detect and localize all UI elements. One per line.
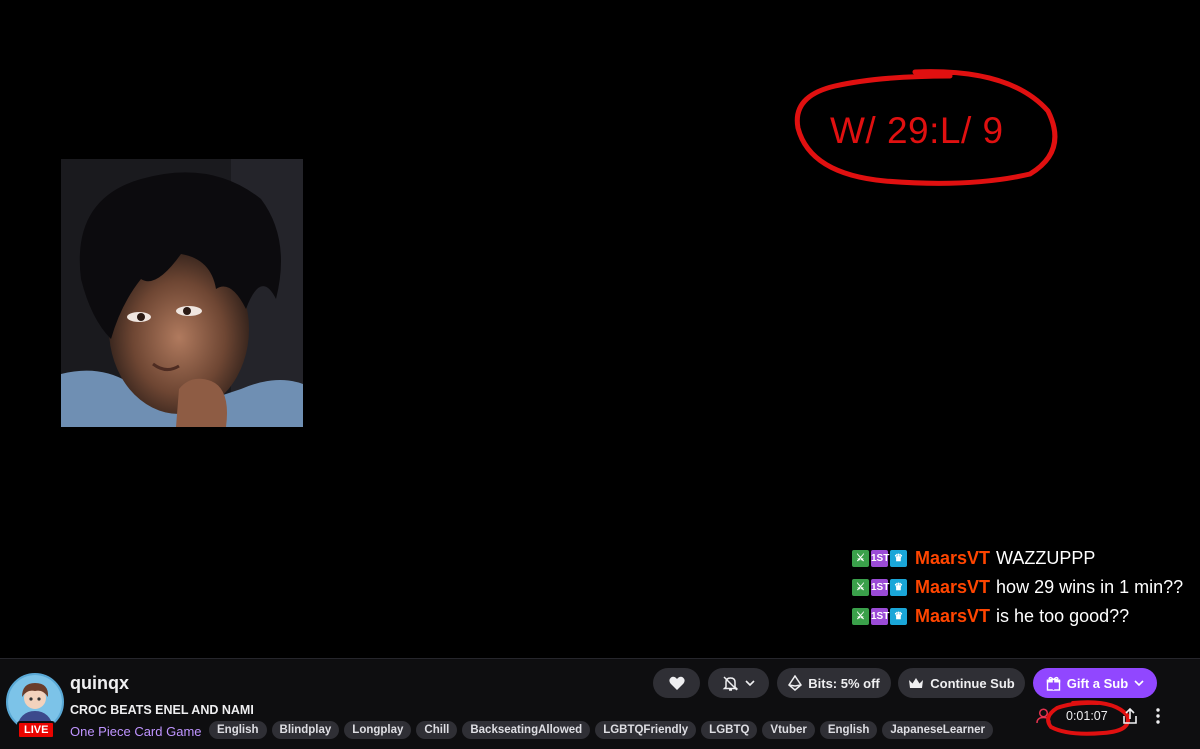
webcam-feed bbox=[61, 159, 303, 427]
score-overlay: W/ 29:L/ 9 bbox=[790, 66, 1065, 188]
chat-text: how 29 wins in 1 min?? bbox=[996, 577, 1184, 597]
chat-message: ⚔ 1ST ♛ MaarsVT how 29 wins in 1 min?? bbox=[852, 575, 1192, 600]
chat-username: MaarsVT bbox=[915, 577, 991, 597]
bits-label: Bits: 5% off bbox=[808, 675, 880, 691]
video-player[interactable]: W/ 29:L/ 9 ⚔ 1ST ♛ MaarsVT WAZZUPPP ⚔ 1ST ♛ Maa… bbox=[0, 0, 1200, 658]
heart-icon bbox=[668, 676, 685, 690]
chat-text: is he too good?? bbox=[996, 606, 1130, 626]
notifications-button[interactable] bbox=[708, 668, 769, 698]
chat-username: MaarsVT bbox=[915, 548, 991, 568]
tag[interactable]: English bbox=[819, 721, 878, 739]
tag[interactable]: Longplay bbox=[344, 721, 412, 739]
sword-badge-icon: ⚔ bbox=[852, 550, 869, 567]
first-place-badge-icon: 1ST bbox=[871, 550, 889, 567]
gift-icon bbox=[1046, 676, 1060, 691]
gift-sub-button[interactable]: Gift a Sub bbox=[1033, 668, 1157, 698]
live-badge: LIVE bbox=[17, 721, 56, 739]
chat-username: MaarsVT bbox=[915, 606, 991, 626]
sword-badge-icon: ⚔ bbox=[852, 579, 869, 596]
bits-icon bbox=[788, 675, 803, 691]
first-place-badge-icon: 1ST bbox=[871, 608, 889, 625]
tag[interactable]: BackseatingAllowed bbox=[462, 721, 591, 739]
category-link[interactable]: One Piece Card Game bbox=[70, 724, 202, 739]
tag[interactable]: Chill bbox=[416, 721, 458, 739]
first-place-badge-icon: 1ST bbox=[871, 579, 889, 596]
more-options-icon[interactable] bbox=[1151, 707, 1165, 725]
tag[interactable]: LGBTQ bbox=[701, 721, 758, 739]
tag[interactable]: English bbox=[209, 721, 267, 739]
crown-badge-icon: ♛ bbox=[890, 608, 907, 625]
crown-icon bbox=[909, 678, 924, 688]
tag[interactable]: Blindplay bbox=[271, 721, 340, 739]
tag-list: English Blindplay Longplay Chill Backsea… bbox=[209, 721, 993, 739]
continue-sub-button[interactable]: Continue Sub bbox=[898, 668, 1025, 698]
share-icon[interactable] bbox=[1122, 707, 1138, 725]
crown-badge-icon: ♛ bbox=[890, 579, 907, 596]
sword-badge-icon: ⚔ bbox=[852, 608, 869, 625]
tag[interactable]: JapaneseLearner bbox=[882, 721, 993, 739]
gift-sub-label: Gift a Sub bbox=[1066, 675, 1129, 691]
bits-button[interactable]: Bits: 5% off bbox=[777, 668, 891, 698]
chevron-down-icon bbox=[1134, 680, 1144, 686]
chat-overlay: ⚔ 1ST ♛ MaarsVT WAZZUPPP ⚔ 1ST ♛ MaarsVT how 29 … bbox=[852, 546, 1192, 633]
channel-info-bar: LIVE quinqx CROC BEATS ENEL AND NAMI One… bbox=[0, 658, 1200, 749]
chat-text: WAZZUPPP bbox=[996, 548, 1096, 568]
stream-title: CROC BEATS ENEL AND NAMI bbox=[70, 703, 254, 717]
tag[interactable]: Vtuber bbox=[762, 721, 815, 739]
tag[interactable]: LGBTQFriendly bbox=[595, 721, 697, 739]
bell-off-icon bbox=[722, 675, 739, 691]
win-loss-counter: W/ 29:L/ 9 bbox=[830, 110, 1004, 151]
crown-badge-icon: ♛ bbox=[890, 550, 907, 567]
follow-button[interactable] bbox=[653, 668, 700, 698]
chevron-down-icon bbox=[745, 680, 755, 686]
channel-name[interactable]: quinqx bbox=[70, 673, 129, 694]
uptime-circle-annotation bbox=[1046, 700, 1130, 736]
continue-sub-label: Continue Sub bbox=[930, 675, 1015, 691]
chat-message: ⚔ 1ST ♛ MaarsVT is he too good?? bbox=[852, 604, 1192, 629]
chat-message: ⚔ 1ST ♛ MaarsVT WAZZUPPP bbox=[852, 546, 1192, 571]
